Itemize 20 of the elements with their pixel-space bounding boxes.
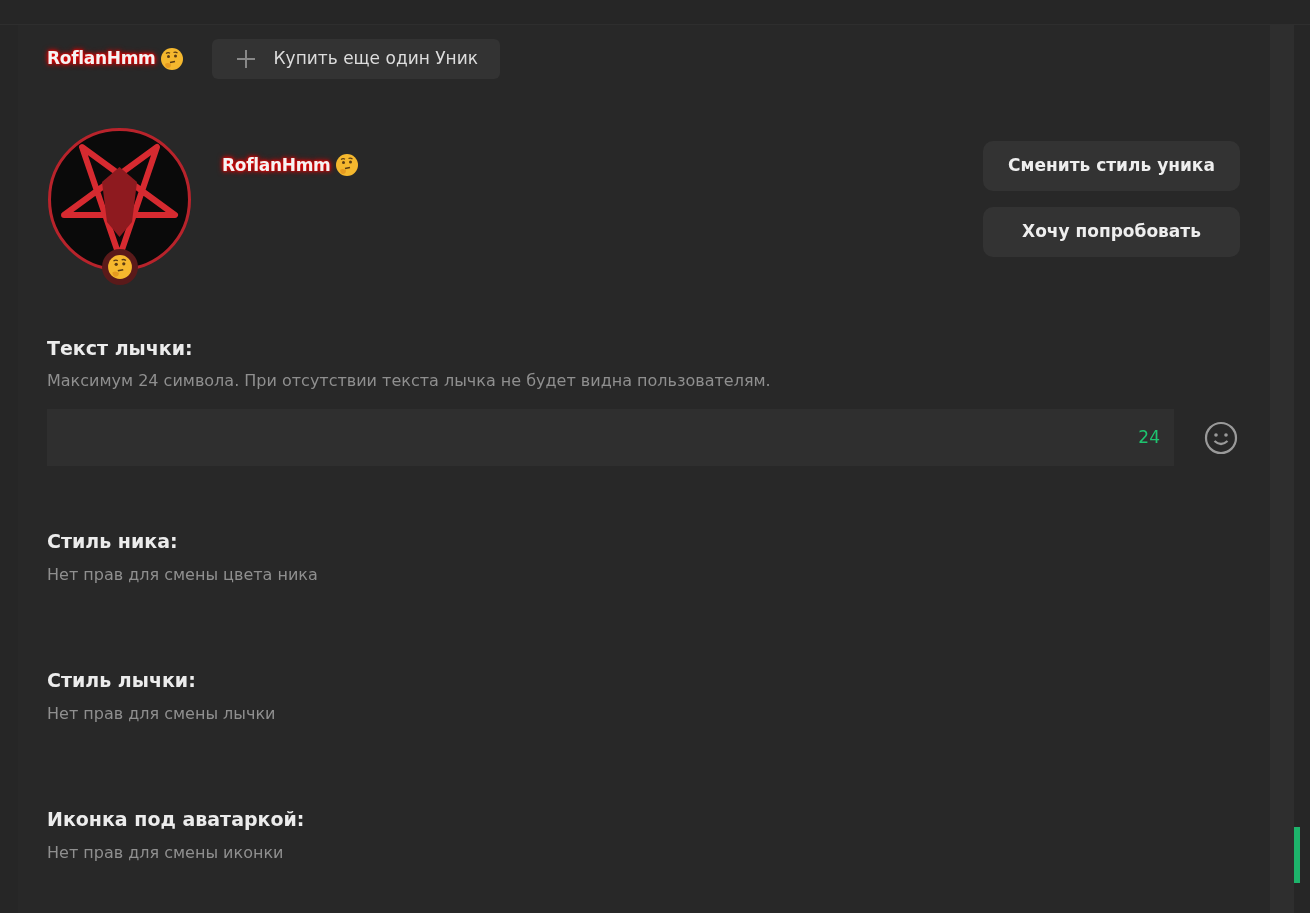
buy-button[interactable]: Купить еще один Уник (211, 39, 500, 79)
section-hint: Нет прав для смены цвета ника (47, 564, 319, 587)
action-button[interactable]: Сменить стиль уника (983, 140, 1240, 191)
smiley-icon[interactable] (1204, 420, 1238, 455)
section-hint: Нет прав для смены иконки (47, 841, 285, 864)
section-title: Иконка под аватаркой: (47, 807, 306, 831)
thinking-face-icon (159, 46, 184, 71)
section-title: Стиль лычки: (47, 669, 197, 692)
character-counter: 24 (1138, 426, 1160, 450)
section-hint: Максимум 24 символа. При отсутствии текста лычка не будет видна пользователям. (47, 370, 772, 393)
section-hint: Нет прав для смены лычки (47, 702, 277, 725)
section-title: Текст лычки: (47, 336, 194, 360)
section-title: Стиль ника: (47, 530, 179, 554)
scrollbar-thumb[interactable] (1294, 827, 1300, 883)
plus-icon (235, 48, 256, 69)
text-input-field[interactable]: 24 (47, 409, 1174, 467)
user-nickname: RoflanHmm (222, 153, 331, 177)
thinking-face-icon (334, 152, 359, 177)
user-nickname: RoflanHmm (47, 47, 156, 70)
action-button[interactable]: Хочу попробовать (983, 206, 1240, 257)
